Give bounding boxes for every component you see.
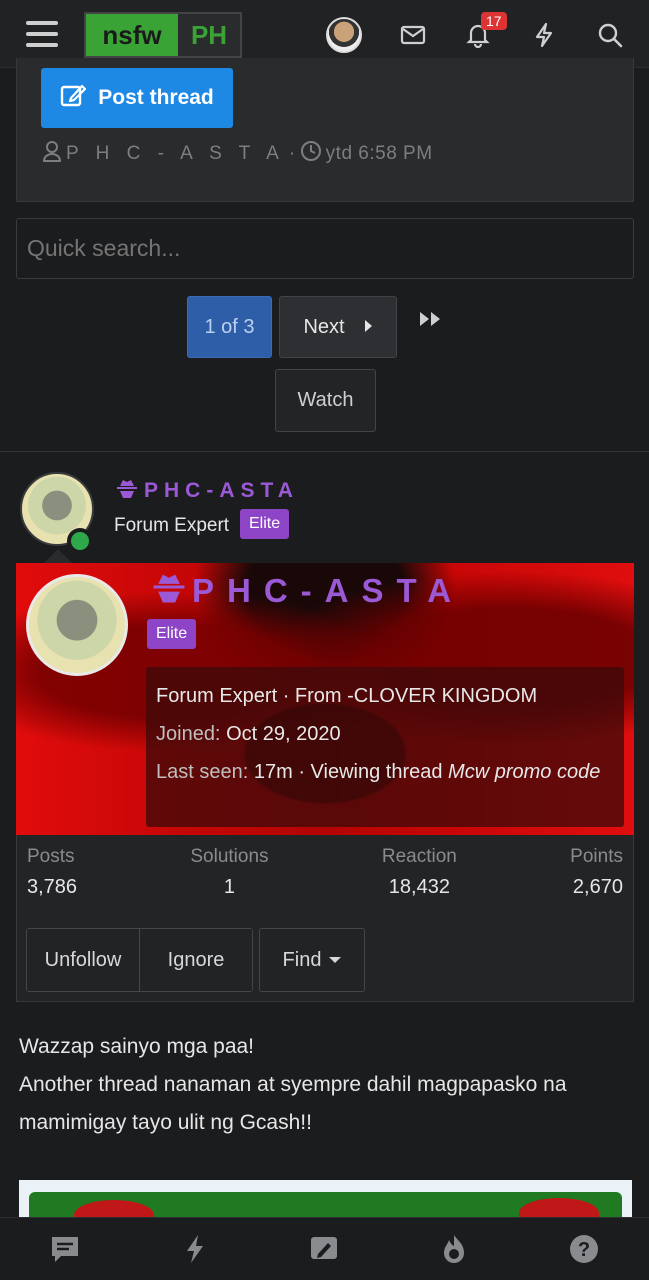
double-chevron-right-icon[interactable] — [418, 311, 448, 341]
post-author-name[interactable]: PHC-ASTA — [116, 478, 299, 504]
stat-solutions[interactable]: Solutions 1 — [190, 846, 268, 899]
card-pointer — [44, 549, 72, 563]
post-body: Wazzap sainyo mga paa! Another thread na… — [19, 1028, 634, 1142]
stat-posts[interactable]: Posts 3,786 — [27, 846, 77, 899]
elite-badge: Elite — [147, 619, 197, 649]
divider — [0, 451, 649, 452]
pencil-icon[interactable] — [304, 1229, 344, 1269]
thread-author[interactable]: P H C - A S T A — [66, 143, 285, 165]
member-stats: Posts 3,786 Solutions 1 Reaction 18,432 … — [16, 846, 634, 899]
fire-icon[interactable] — [434, 1229, 474, 1269]
ignore-button[interactable]: Ignore — [140, 929, 252, 991]
clock-icon — [300, 140, 322, 168]
stat-value: 2,670 — [572, 876, 623, 898]
search-icon[interactable] — [595, 20, 625, 50]
post-thread-button[interactable]: Post thread — [41, 68, 233, 128]
spy-icon — [152, 571, 186, 611]
find-label: Find — [282, 948, 322, 971]
stat-label: Solutions — [190, 846, 269, 867]
stat-label: Points — [570, 846, 623, 867]
joined-value: Oct 29, 2020 — [226, 723, 341, 745]
thread-time[interactable]: ytd 6:58 PM — [326, 143, 433, 165]
page: nsfw PH 17 Post thread P H C - A S T A · — [0, 0, 649, 1280]
viewing-thread-link[interactable]: Mcw promo code — [448, 761, 600, 783]
stat-label: Posts — [27, 846, 75, 867]
stat-value: 18,432 — [388, 876, 450, 898]
last-seen-label: Last seen: — [156, 761, 249, 783]
menu-icon[interactable] — [26, 21, 58, 47]
unfollow-button[interactable]: Unfollow — [27, 929, 140, 991]
svg-text:?: ? — [578, 1239, 590, 1261]
bottom-navbar: ? — [0, 1217, 649, 1280]
chevron-right-icon — [363, 316, 373, 339]
thread-meta: P H C - A S T A · ytd 6:58 PM — [42, 140, 433, 168]
meta-separator: · — [288, 143, 296, 164]
last-seen-value: 17m · Viewing thread — [253, 761, 443, 783]
page-indicator[interactable]: 1 of 3 — [187, 296, 272, 358]
member-card-name[interactable]: PHC-ASTA — [152, 571, 464, 611]
watch-button[interactable]: Watch — [275, 369, 376, 432]
caret-down-icon — [329, 957, 342, 963]
stat-value: 1 — [223, 876, 236, 898]
mail-icon[interactable] — [398, 20, 428, 50]
post-author-username: PHC-ASTA — [144, 479, 299, 502]
bolt-icon[interactable] — [529, 20, 559, 50]
post-body-line: Wazzap sainyo mga paa! — [19, 1035, 255, 1058]
stat-value: 3,786 — [27, 876, 78, 898]
user-avatar[interactable] — [326, 17, 362, 53]
member-last-seen-line: Last seen: 17m · Viewing thread Mcw prom… — [156, 753, 614, 791]
edit-icon — [60, 82, 88, 114]
site-logo[interactable]: nsfw PH — [84, 12, 242, 58]
post-author-title: Forum Expert — [114, 515, 230, 536]
next-label: Next — [303, 315, 345, 338]
member-card-avatar[interactable] — [26, 574, 128, 676]
next-page-button[interactable]: Next — [279, 296, 397, 358]
notification-badge: 17 — [481, 12, 507, 30]
spy-icon — [116, 478, 138, 504]
stat-reaction[interactable]: Reaction 18,432 — [382, 846, 457, 899]
member-title-line: Forum Expert · From -CLOVER KINGDOM — [156, 685, 538, 707]
post-thread-label: Post thread — [98, 86, 214, 109]
help-icon[interactable]: ? — [564, 1229, 604, 1269]
member-info-box: Forum Expert · From -CLOVER KINGDOM Join… — [146, 667, 624, 827]
quick-search-input[interactable] — [16, 218, 634, 279]
member-joined-line: Joined: Oct 29, 2020 — [156, 715, 614, 753]
find-dropdown[interactable]: Find — [259, 928, 365, 992]
stat-points[interactable]: Points 2,670 — [570, 846, 623, 899]
member-card-username: PHC-ASTA — [192, 572, 465, 609]
logo-right: PH — [178, 14, 240, 56]
post-body-line: Another thread nanaman at syempre dahil … — [19, 1073, 567, 1134]
follow-ignore-group: Unfollow Ignore — [26, 928, 253, 992]
elite-badge: Elite — [240, 509, 290, 539]
post-image[interactable] — [19, 1180, 632, 1220]
stat-label: Reaction — [381, 846, 457, 867]
logo-left: nsfw — [86, 14, 178, 56]
user-icon — [42, 140, 62, 168]
joined-label: Joined: — [156, 723, 221, 745]
chat-icon[interactable] — [45, 1229, 85, 1269]
bolt-icon[interactable] — [175, 1229, 215, 1269]
